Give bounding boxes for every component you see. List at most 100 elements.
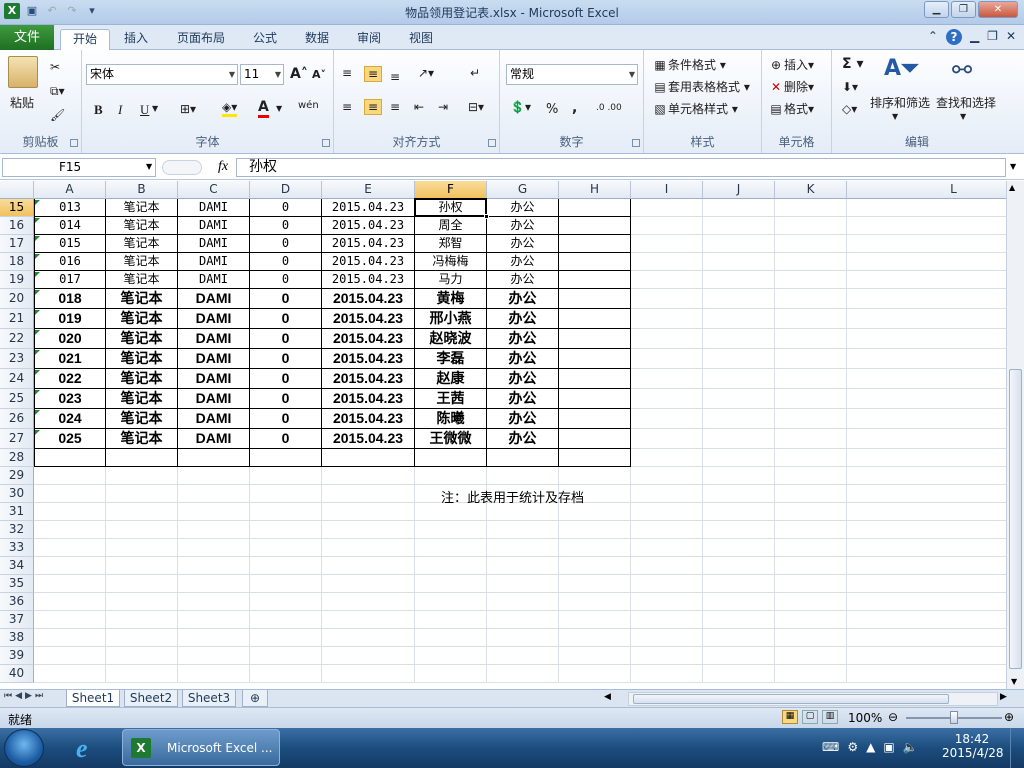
insert-function-button[interactable]: fx — [218, 159, 228, 175]
cell-a21[interactable]: 019 — [34, 309, 106, 329]
cell-a39[interactable] — [34, 647, 106, 665]
cell-l21[interactable] — [847, 309, 1006, 329]
cell-e15[interactable]: 2015.04.23 — [322, 199, 415, 217]
orientation-icon[interactable]: ↗▾ — [418, 66, 434, 80]
row-header[interactable]: 37 — [0, 611, 34, 629]
cell-d20[interactable]: 0 — [250, 289, 322, 309]
cell-d31[interactable] — [250, 503, 322, 521]
cell-a36[interactable] — [34, 593, 106, 611]
cell-k32[interactable] — [775, 521, 847, 539]
align-bottom-icon[interactable]: ≡ — [390, 70, 400, 84]
currency-icon[interactable]: 💲▾ — [510, 100, 531, 114]
find-select-button[interactable]: 查找和选择 — [936, 94, 996, 111]
zoom-slider-thumb[interactable] — [950, 711, 958, 724]
cell-c34[interactable] — [178, 557, 250, 575]
cell-d34[interactable] — [250, 557, 322, 575]
cell-f15[interactable]: 孙权 — [415, 199, 487, 217]
cell-i27[interactable] — [631, 429, 703, 449]
select-all-corner[interactable] — [0, 181, 34, 199]
cell-i15[interactable] — [631, 199, 703, 217]
cell-c28[interactable] — [178, 449, 250, 467]
cell-c23[interactable]: DAMI — [178, 349, 250, 369]
cell-a38[interactable] — [34, 629, 106, 647]
cell-g20[interactable]: 办公 — [487, 289, 559, 309]
cell-f40[interactable] — [415, 665, 487, 683]
paste-button[interactable]: 粘贴 — [10, 94, 34, 111]
cell-c24[interactable]: DAMI — [178, 369, 250, 389]
cell-k35[interactable] — [775, 575, 847, 593]
doc-close-icon[interactable]: ✕ — [1006, 29, 1016, 45]
cell-b26[interactable]: 笔记本 — [106, 409, 178, 429]
cell-h27[interactable] — [559, 429, 631, 449]
column-header-l[interactable]: L — [847, 181, 1006, 199]
paste-icon[interactable] — [8, 56, 38, 88]
cell-i18[interactable] — [631, 253, 703, 271]
cell-l20[interactable] — [847, 289, 1006, 309]
align-right-icon[interactable]: ≡ — [390, 100, 400, 114]
cell-b37[interactable] — [106, 611, 178, 629]
cell-d28[interactable] — [250, 449, 322, 467]
tab-review[interactable]: 审阅 — [348, 29, 390, 50]
scroll-up-icon[interactable]: ▲ — [1009, 183, 1015, 192]
cell-h24[interactable] — [559, 369, 631, 389]
cell-a37[interactable] — [34, 611, 106, 629]
cell-e27[interactable]: 2015.04.23 — [322, 429, 415, 449]
cell-k21[interactable] — [775, 309, 847, 329]
merge-center-icon[interactable]: ⊟▾ — [468, 100, 484, 114]
cell-k19[interactable] — [775, 271, 847, 289]
cell-b16[interactable]: 笔记本 — [106, 217, 178, 235]
cell-c29[interactable] — [178, 467, 250, 485]
cell-d32[interactable] — [250, 521, 322, 539]
cell-b19[interactable]: 笔记本 — [106, 271, 178, 289]
cell-h28[interactable] — [559, 449, 631, 467]
cell-g32[interactable] — [487, 521, 559, 539]
cell-a28[interactable] — [34, 449, 106, 467]
scroll-down-icon[interactable]: ▼ — [1011, 677, 1017, 686]
cell-l40[interactable] — [847, 665, 1006, 683]
name-box[interactable]: F15 — [2, 158, 156, 177]
cell-b36[interactable] — [106, 593, 178, 611]
start-button[interactable] — [4, 729, 44, 767]
help-icon[interactable]: ? — [945, 29, 962, 45]
cell-l37[interactable] — [847, 611, 1006, 629]
cell-b30[interactable] — [106, 485, 178, 503]
cell-l38[interactable] — [847, 629, 1006, 647]
cell-j36[interactable] — [703, 593, 775, 611]
font-size-combo[interactable]: 11 ▼ — [240, 64, 284, 85]
cell-f32[interactable] — [415, 521, 487, 539]
tab-file[interactable]: 文件 — [0, 25, 54, 50]
cell-f17[interactable]: 郑智 — [415, 235, 487, 253]
cell-a18[interactable]: 016 — [34, 253, 106, 271]
cell-g35[interactable] — [487, 575, 559, 593]
cell-f34[interactable] — [415, 557, 487, 575]
cell-c20[interactable]: DAMI — [178, 289, 250, 309]
cell-e18[interactable]: 2015.04.23 — [322, 253, 415, 271]
cell-g27[interactable]: 办公 — [487, 429, 559, 449]
cell-h37[interactable] — [559, 611, 631, 629]
cell-l18[interactable] — [847, 253, 1006, 271]
cell-j16[interactable] — [703, 217, 775, 235]
sheet-tab-1[interactable]: Sheet1 — [66, 690, 120, 707]
cell-j34[interactable] — [703, 557, 775, 575]
cell-a23[interactable]: 021 — [34, 349, 106, 369]
cell-b18[interactable]: 笔记本 — [106, 253, 178, 271]
cell-f33[interactable] — [415, 539, 487, 557]
cell-b38[interactable] — [106, 629, 178, 647]
cell-j27[interactable] — [703, 429, 775, 449]
ribbon-minimize-icon[interactable]: ⌃ — [928, 29, 938, 45]
cell-d23[interactable]: 0 — [250, 349, 322, 369]
cell-k22[interactable] — [775, 329, 847, 349]
cell-c16[interactable]: DAMI — [178, 217, 250, 235]
cell-c30[interactable] — [178, 485, 250, 503]
cell-e33[interactable] — [322, 539, 415, 557]
cell-i39[interactable] — [631, 647, 703, 665]
cell-i19[interactable] — [631, 271, 703, 289]
cell-g37[interactable] — [487, 611, 559, 629]
cell-a15[interactable]: 013 — [34, 199, 106, 217]
row-header[interactable]: 32 — [0, 521, 34, 539]
network-icon[interactable]: ▣ — [883, 740, 894, 754]
delete-cells-button[interactable]: ✕ 删除▾ — [768, 78, 814, 95]
tab-data[interactable]: 数据 — [296, 29, 338, 50]
column-header-f[interactable]: F — [415, 181, 487, 199]
cell-i37[interactable] — [631, 611, 703, 629]
